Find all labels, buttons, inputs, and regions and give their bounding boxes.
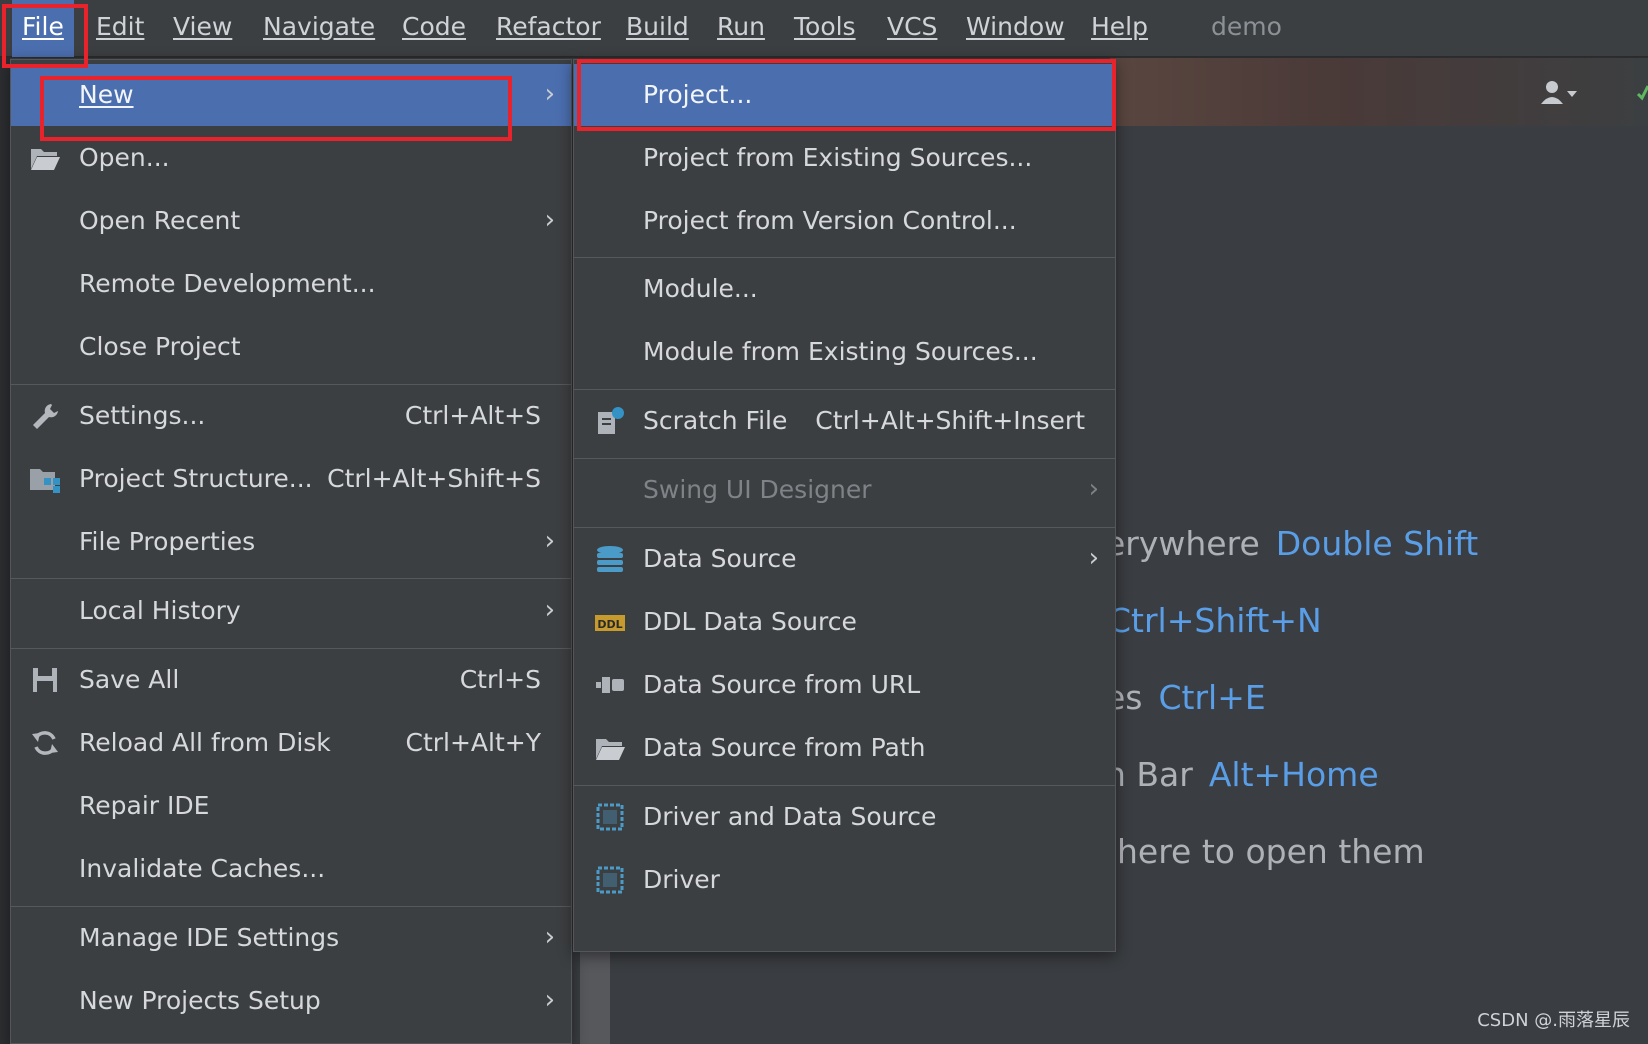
user-icon[interactable] xyxy=(1538,78,1578,108)
folder-open-icon xyxy=(29,143,61,173)
database-icon xyxy=(594,544,626,574)
menu-item-ddl-data-source[interactable]: DDL DDL Data Source xyxy=(574,591,1115,653)
scratch-file-icon xyxy=(594,406,626,436)
file-menu: New › Open... Open Recent › Remote Devel… xyxy=(10,59,572,1044)
tool-window-strip xyxy=(0,58,10,1044)
menu-tools[interactable]: Tools xyxy=(784,0,866,57)
menu-build[interactable]: Build xyxy=(616,0,699,57)
menu-item-data-source[interactable]: Data Source › xyxy=(574,528,1115,590)
menu-run[interactable]: Run xyxy=(707,0,775,57)
menu-item-module-from-existing-sources[interactable]: Module from Existing Sources... xyxy=(574,321,1115,383)
hint-navigation-bar: n Bar Alt+Home xyxy=(1105,755,1379,794)
driver-icon xyxy=(594,865,626,895)
menu-edit[interactable]: Edit xyxy=(86,0,154,57)
scrollbar[interactable] xyxy=(580,950,610,1044)
menu-item-close-project[interactable]: Close Project xyxy=(11,316,571,378)
menu-item-file-properties[interactable]: File Properties › xyxy=(11,511,571,573)
folder-open-icon xyxy=(594,733,626,763)
chevron-right-icon: › xyxy=(544,205,555,235)
menu-item-remote-development[interactable]: Remote Development... xyxy=(11,253,571,315)
chevron-right-icon: › xyxy=(544,985,555,1015)
menu-refactor[interactable]: Refactor xyxy=(486,0,611,57)
menu-item-open-recent[interactable]: Open Recent › xyxy=(11,190,571,252)
chevron-right-icon: › xyxy=(544,595,555,625)
editor-header-bar xyxy=(1110,58,1648,126)
menu-item-local-history[interactable]: Local History › xyxy=(11,580,571,642)
menu-item-save-all[interactable]: Save All Ctrl+S xyxy=(11,649,571,711)
new-submenu: Project... Project from Existing Sources… xyxy=(573,59,1116,952)
save-icon xyxy=(29,665,61,695)
menu-item-scratch-file[interactable]: Scratch File Ctrl+Alt+Shift+Insert xyxy=(574,390,1115,452)
menu-vcs[interactable]: VCS xyxy=(877,0,947,57)
url-plug-icon xyxy=(594,670,626,700)
chevron-right-icon: › xyxy=(1088,543,1099,573)
menu-item-invalidate-caches[interactable]: Invalidate Caches... xyxy=(11,838,571,900)
chevron-right-icon: › xyxy=(544,526,555,556)
check-icon xyxy=(1636,76,1648,106)
refresh-icon xyxy=(29,728,61,758)
menu-view[interactable]: View xyxy=(163,0,242,57)
menu-item-driver[interactable]: Driver xyxy=(574,849,1115,911)
chevron-right-icon: › xyxy=(544,79,555,109)
menu-navigate[interactable]: Navigate xyxy=(253,0,385,57)
menu-item-manage-ide-settings[interactable]: Manage IDE Settings › xyxy=(11,907,571,969)
menu-item-data-source-from-url[interactable]: Data Source from URL xyxy=(574,654,1115,716)
menu-code[interactable]: Code xyxy=(392,0,476,57)
menu-item-module[interactable]: Module... xyxy=(574,258,1115,320)
menu-bar: File Edit View Navigate Code Refactor Bu… xyxy=(0,0,1648,57)
menu-item-new-projects-setup[interactable]: New Projects Setup › xyxy=(11,970,571,1032)
menu-window[interactable]: Window xyxy=(956,0,1075,57)
menu-item-repair-ide[interactable]: Repair IDE xyxy=(11,775,571,837)
hint-drop-files: here to open them xyxy=(1117,832,1425,871)
highlight-box-file xyxy=(2,4,88,68)
menu-item-data-source-from-path[interactable]: Data Source from Path xyxy=(574,717,1115,779)
menu-item-swing-ui-designer: Swing UI Designer › xyxy=(574,459,1115,521)
hint-search-everywhere: erywhere Double Shift xyxy=(1105,524,1479,563)
highlight-box-new xyxy=(40,76,512,141)
menu-item-project-structure[interactable]: Project Structure... Ctrl+Alt+Shift+S xyxy=(11,448,571,510)
menu-item-project-from-vcs[interactable]: Project from Version Control... xyxy=(574,190,1115,252)
chevron-right-icon: › xyxy=(1088,474,1099,504)
menu-help[interactable]: Help xyxy=(1081,0,1158,57)
project-structure-icon xyxy=(29,464,61,494)
svg-text:DDL: DDL xyxy=(597,618,622,631)
watermark: CSDN @.雨落星辰 xyxy=(1477,1010,1630,1031)
menu-item-project-from-existing-sources[interactable]: Project from Existing Sources... xyxy=(574,127,1115,189)
project-name: demo xyxy=(1211,12,1282,41)
menu-item-settings[interactable]: Settings... Ctrl+Alt+S xyxy=(11,385,571,447)
hint-recent-files: es Ctrl+E xyxy=(1105,678,1266,717)
wrench-icon xyxy=(29,401,61,431)
highlight-box-project xyxy=(577,59,1116,131)
chevron-right-icon: › xyxy=(544,922,555,952)
menu-separator xyxy=(11,578,571,579)
hint-go-to-file: Ctrl+Shift+N xyxy=(1108,601,1322,640)
menu-item-reload-all[interactable]: Reload All from Disk Ctrl+Alt+Y xyxy=(11,712,571,774)
driver-icon xyxy=(594,802,626,832)
ddl-icon: DDL xyxy=(594,607,626,637)
menu-item-driver-and-data-source[interactable]: Driver and Data Source xyxy=(574,786,1115,848)
